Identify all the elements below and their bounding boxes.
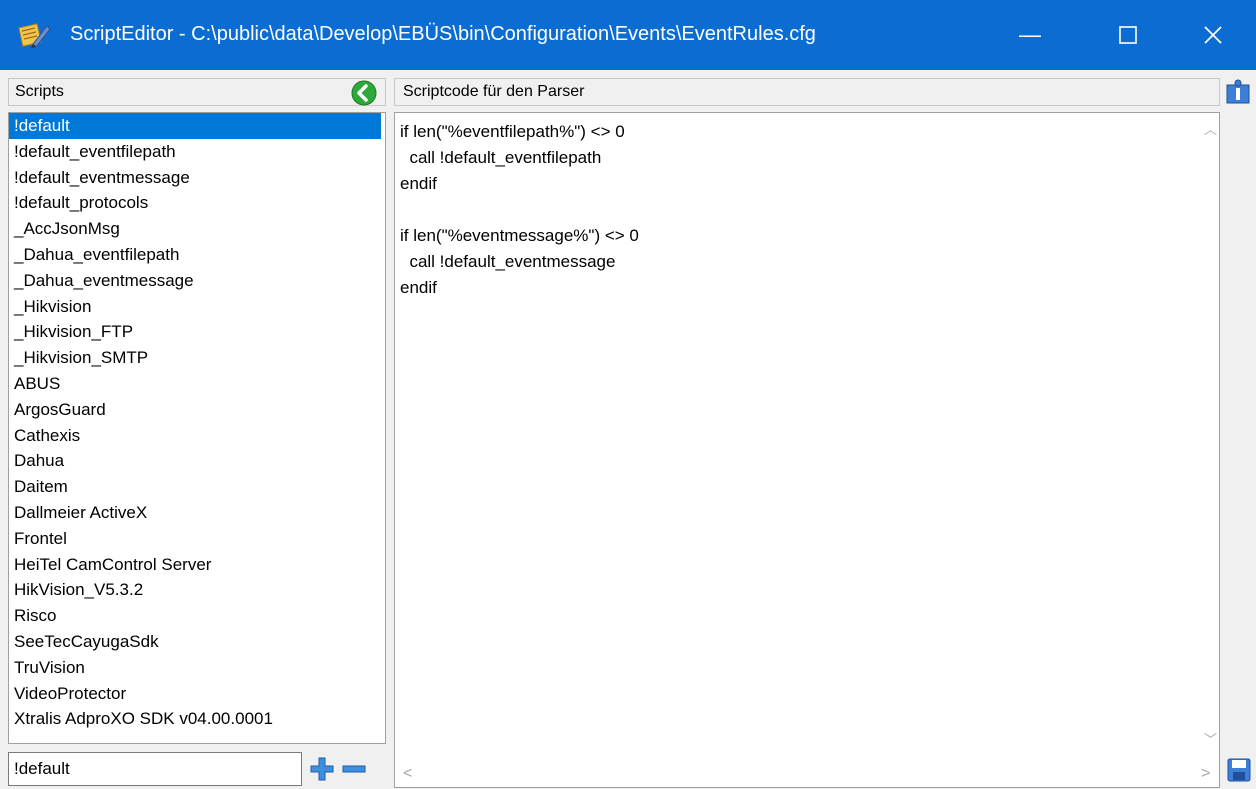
back-button[interactable]	[344, 77, 384, 109]
minus-icon	[342, 765, 366, 773]
maximize-button[interactable]	[1098, 0, 1158, 70]
remove-script-button[interactable]	[340, 754, 368, 784]
list-item[interactable]: Risco	[9, 603, 385, 629]
list-item[interactable]: _Dahua_eventfilepath	[9, 242, 385, 268]
list-item[interactable]: Frontel	[9, 526, 385, 552]
scroll-down-icon[interactable]: ﹀	[1204, 729, 1217, 748]
code-editor[interactable]: if len("%eventfilepath%") <> 0 call !def…	[394, 112, 1220, 788]
list-item[interactable]: _Dahua_eventmessage	[9, 268, 385, 294]
code-header: Scriptcode für den Parser	[394, 78, 1220, 106]
green-arrow-left-icon	[351, 80, 377, 106]
list-item[interactable]: TruVision	[9, 655, 385, 681]
list-item[interactable]: Dallmeier ActiveX	[9, 500, 385, 526]
list-item[interactable]: !default_eventfilepath	[9, 139, 385, 165]
list-item[interactable]: Xtralis AdproXO SDK v04.00.0001	[9, 706, 385, 732]
list-item[interactable]: HikVision_V5.3.2	[9, 577, 385, 603]
script-name-input[interactable]	[8, 752, 302, 786]
list-item[interactable]: Dahua	[9, 448, 385, 474]
info-icon	[1226, 79, 1250, 104]
list-item[interactable]: _AccJsonMsg	[9, 216, 385, 242]
scripts-header: Scripts	[8, 78, 386, 106]
scroll-right-icon[interactable]: >	[1201, 765, 1210, 783]
list-item[interactable]: VideoProtector	[9, 681, 385, 707]
list-item[interactable]: Cathexis	[9, 423, 385, 449]
title-bar[interactable]: ScriptEditor - C:\public\data\Develop\EB…	[0, 0, 1256, 70]
list-item[interactable]: Daitem	[9, 474, 385, 500]
add-script-button[interactable]	[308, 754, 336, 784]
list-item[interactable]: !default	[9, 113, 381, 139]
info-button[interactable]	[1222, 76, 1254, 108]
close-button[interactable]	[1183, 0, 1243, 70]
maximize-icon	[1119, 26, 1137, 44]
list-item[interactable]: ABUS	[9, 371, 385, 397]
window-title: ScriptEditor - C:\public\data\Develop\EB…	[70, 23, 816, 45]
save-button[interactable]	[1224, 754, 1254, 786]
list-item[interactable]: SeeTecCayugaSdk	[9, 629, 385, 655]
horizontal-scrollbar[interactable]: < >	[395, 760, 1219, 787]
scroll-up-icon[interactable]: ︿	[1204, 119, 1217, 138]
plus-icon	[310, 757, 334, 781]
scroll-left-icon[interactable]: <	[403, 765, 412, 783]
list-item[interactable]: _Hikvision	[9, 294, 385, 320]
list-item[interactable]: _Hikvision_SMTP	[9, 345, 385, 371]
list-item[interactable]: _Hikvision_FTP	[9, 319, 385, 345]
scripts-list[interactable]: !default !default_eventfilepath !default_e…	[8, 112, 386, 744]
minimize-icon: —	[1019, 22, 1041, 47]
list-item[interactable]: HeiTel CamControl Server	[9, 552, 385, 578]
list-item[interactable]: !default_protocols	[9, 190, 385, 216]
vertical-scrollbar[interactable]: ︿ ﹀	[1200, 113, 1219, 753]
close-icon	[1204, 26, 1222, 44]
minimize-button[interactable]: —	[1000, 0, 1060, 70]
list-item[interactable]: ArgosGuard	[9, 397, 385, 423]
floppy-disk-icon	[1227, 758, 1251, 782]
list-item[interactable]: !default_eventmessage	[9, 165, 385, 191]
script-code[interactable]: if len("%eventfilepath%") <> 0 call !def…	[400, 119, 639, 301]
app-icon	[15, 20, 51, 50]
